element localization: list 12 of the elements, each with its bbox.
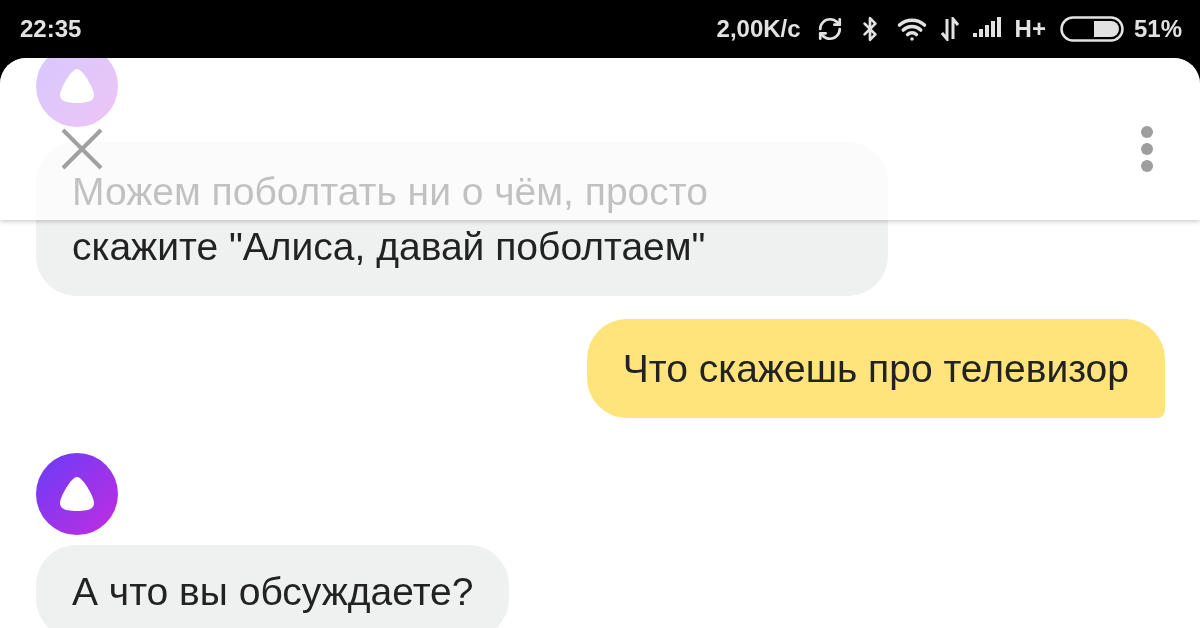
network-type: H+ — [1014, 15, 1046, 43]
sync-icon — [816, 16, 843, 42]
assistant-avatar-icon — [36, 453, 118, 535]
data-arrows-icon — [940, 17, 959, 41]
more-menu-icon[interactable] — [1140, 125, 1154, 173]
clock: 22:35 — [20, 15, 82, 43]
assistant-message: А что вы обсуждаете? — [36, 545, 510, 628]
network-speed: 2,00K/c — [716, 15, 801, 43]
battery-percent: 51% — [1133, 15, 1182, 43]
user-message: Что скажешь про телевизор — [586, 319, 1165, 418]
battery-icon — [1059, 16, 1124, 42]
close-icon[interactable] — [60, 127, 104, 171]
